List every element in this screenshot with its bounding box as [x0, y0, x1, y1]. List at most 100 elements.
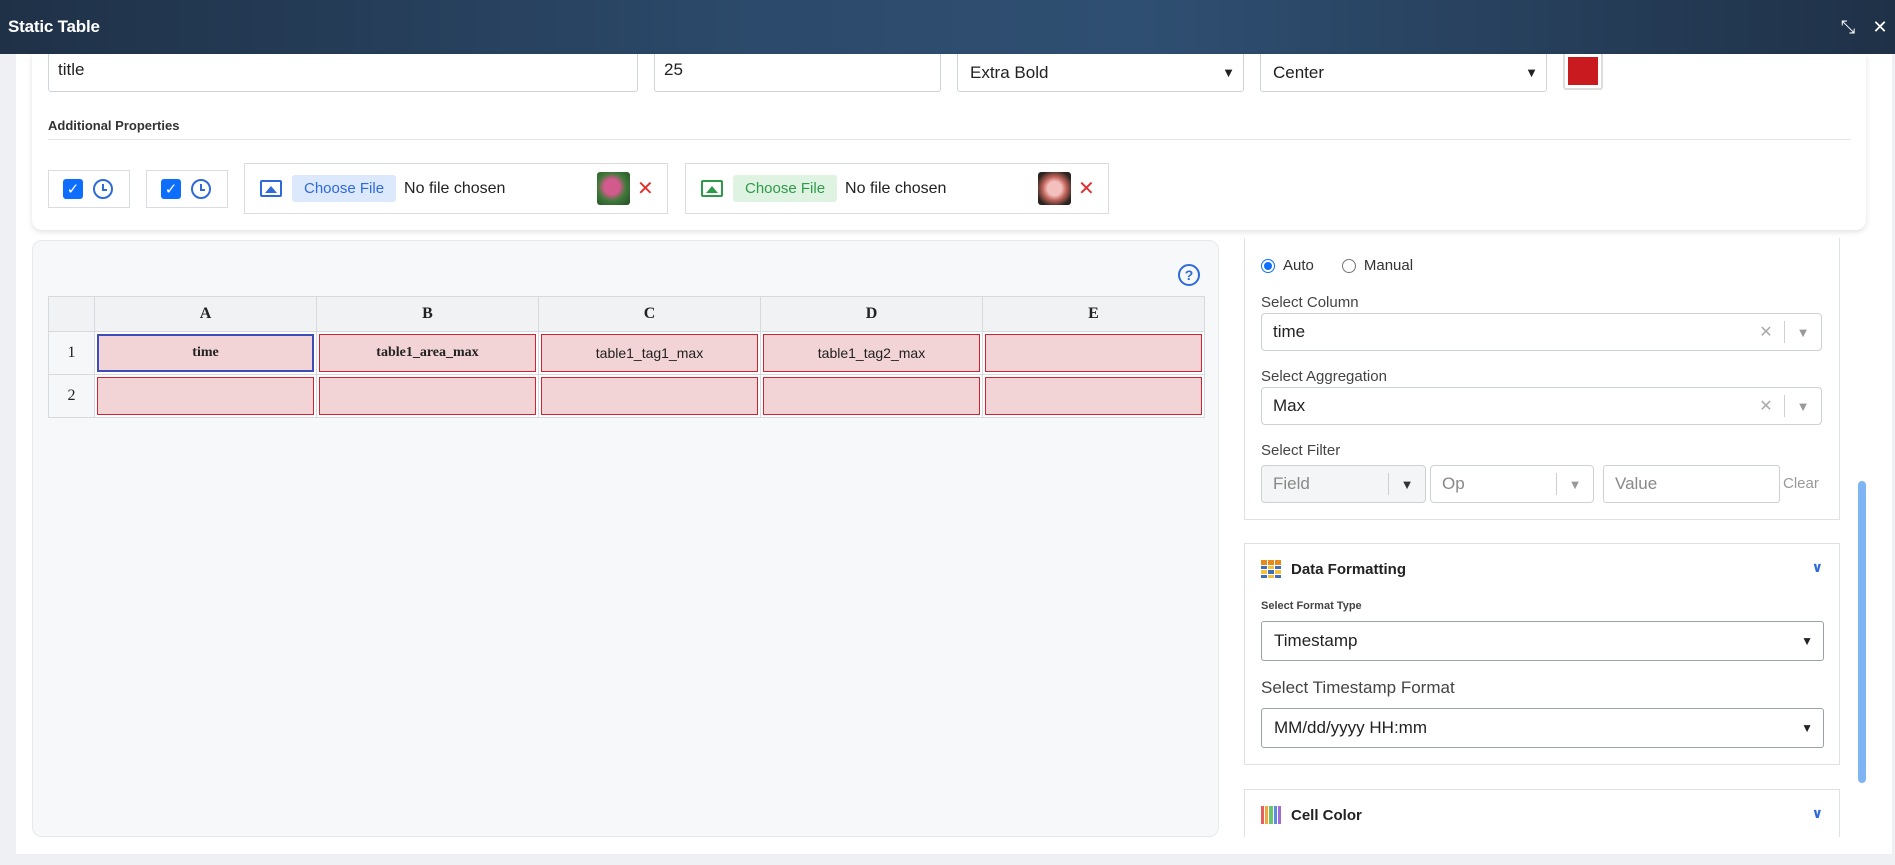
filter-op-dropdown[interactable]: Op ▼ — [1430, 465, 1594, 503]
chevron-down-icon: ▼ — [1801, 634, 1813, 648]
table-cell[interactable]: time — [94, 331, 317, 375]
timestamp-format-select[interactable]: MM/dd/yyyy HH:mm ▼ — [1261, 708, 1824, 748]
title-text-input[interactable]: title — [48, 54, 638, 92]
checkbox-group-2: ✓ — [146, 170, 228, 208]
format-type-value: Timestamp — [1274, 631, 1358, 650]
file-status: No file chosen — [404, 179, 506, 197]
format-type-select[interactable]: Timestamp ▼ — [1261, 621, 1824, 661]
filter-clear-button[interactable]: Clear — [1783, 475, 1819, 492]
alignment-value: Center — [1273, 62, 1325, 82]
scrollbar-thumb[interactable] — [1858, 481, 1866, 783]
radio-auto-label: Auto — [1283, 257, 1314, 274]
table-cell[interactable]: table1_tag2_max — [760, 331, 983, 375]
radio-manual[interactable] — [1341, 258, 1356, 273]
select-column-value: time — [1273, 322, 1306, 341]
table-cell[interactable] — [94, 374, 317, 418]
chevron-down-icon: ▼ — [1525, 65, 1538, 80]
cell-color-header[interactable]: Cell Color — [1261, 806, 1362, 824]
table-cell[interactable] — [538, 374, 761, 418]
remove-icon[interactable]: ✕ — [1078, 176, 1095, 201]
select-aggregation-dropdown[interactable]: Max ✕ ▼ — [1261, 387, 1822, 425]
corner-cell — [48, 296, 95, 332]
divider — [48, 139, 1851, 140]
column-header-e[interactable]: E — [982, 296, 1205, 332]
chevron-down-icon: ▼ — [1222, 65, 1235, 80]
timestamp-format-label: Select Timestamp Format — [1261, 678, 1455, 697]
checkbox-group-1: ✓ — [48, 170, 130, 208]
cell-content — [97, 377, 314, 415]
clear-icon[interactable]: ✕ — [1748, 322, 1784, 342]
clear-icon[interactable]: ✕ — [1748, 396, 1784, 416]
filter-field-dropdown[interactable]: Field ▼ — [1261, 465, 1426, 503]
cell-content — [985, 377, 1202, 415]
data-formatting-section: Data Formatting ∨ Select Format Type Tim… — [1244, 543, 1840, 765]
table-cell[interactable] — [760, 374, 983, 418]
column-header-c[interactable]: C — [538, 296, 761, 332]
file-upload-2: Choose File No file chosen ✕ — [685, 163, 1109, 214]
font-weight-value: Extra Bold — [970, 62, 1049, 82]
checkbox-checked[interactable]: ✓ — [161, 179, 181, 199]
modal-title: Static Table — [8, 17, 100, 36]
column-header-b[interactable]: B — [316, 296, 539, 332]
cell-content: time — [97, 334, 314, 372]
table-icon — [1261, 560, 1281, 578]
chevron-down-icon: ▼ — [1400, 476, 1414, 492]
timestamp-format-value: MM/dd/yyyy HH:mm — [1274, 718, 1427, 737]
table-cell[interactable]: table1_area_max — [316, 331, 539, 375]
chevron-down-icon: ▼ — [1796, 324, 1810, 340]
select-column-label: Select Column — [1261, 294, 1359, 311]
table-row: 1 time table1_area_max table1_tag1_max t… — [48, 331, 1205, 375]
compress-icon[interactable]: ⤡ — [1839, 17, 1857, 38]
mode-radio-group: Auto Manual — [1261, 257, 1413, 274]
remove-icon[interactable]: ✕ — [637, 176, 654, 201]
clock-icon[interactable] — [191, 179, 211, 199]
chevron-down-icon: ▼ — [1568, 476, 1582, 492]
table-cell[interactable] — [316, 374, 539, 418]
table-cell[interactable] — [982, 331, 1205, 375]
alignment-select[interactable]: Center ▼ — [1260, 54, 1547, 92]
image-icon — [260, 180, 282, 197]
select-aggregation-value: Max — [1273, 396, 1306, 415]
chevron-down-icon: ▼ — [1796, 398, 1810, 414]
color-bars-icon — [1261, 806, 1282, 824]
select-filter-label: Select Filter — [1261, 442, 1341, 459]
radio-manual-label: Manual — [1363, 257, 1414, 274]
checkbox-checked[interactable]: ✓ — [63, 179, 83, 199]
image-thumbnail — [1038, 172, 1071, 205]
font-size-value: 25 — [664, 60, 683, 79]
close-icon[interactable]: ✕ — [1871, 17, 1889, 38]
data-formatting-header[interactable]: Data Formatting — [1261, 560, 1406, 578]
help-icon[interactable]: ? — [1178, 264, 1200, 286]
select-column-dropdown[interactable]: time ✕ ▼ — [1261, 313, 1822, 351]
additional-properties-label: Additional Properties — [48, 118, 180, 133]
font-weight-select[interactable]: Extra Bold ▼ — [957, 54, 1244, 92]
row-number[interactable]: 2 — [48, 374, 95, 418]
cell-content — [763, 377, 980, 415]
select-aggregation-label: Select Aggregation — [1261, 368, 1387, 385]
row-number[interactable]: 1 — [48, 331, 95, 375]
format-type-label: Select Format Type — [1261, 600, 1362, 612]
data-formatting-title: Data Formatting — [1291, 560, 1407, 578]
choose-file-button[interactable]: Choose File — [292, 175, 397, 202]
window-controls: ⤡ ✕ — [1839, 0, 1889, 54]
column-header-a[interactable]: A — [94, 296, 317, 332]
properties-card: title 25 Extra Bold ▼ Center ▼ Additiona… — [32, 54, 1866, 230]
choose-file-button[interactable]: Choose File — [733, 175, 838, 202]
font-size-input[interactable]: 25 — [654, 54, 941, 92]
color-picker[interactable] — [1563, 54, 1603, 90]
filter-value-input[interactable]: Value — [1603, 465, 1780, 503]
cell-color-section: Cell Color ∨ — [1244, 789, 1840, 837]
chevron-down-icon[interactable]: ∨ — [1812, 805, 1823, 822]
column-header-d[interactable]: D — [760, 296, 983, 332]
cell-content: table1_area_max — [319, 334, 536, 372]
table-cell[interactable] — [982, 374, 1205, 418]
file-upload-1: Choose File No file chosen ✕ — [244, 163, 668, 214]
cell-content — [319, 377, 536, 415]
table-cell[interactable]: table1_tag1_max — [538, 331, 761, 375]
chevron-down-icon[interactable]: ∨ — [1812, 559, 1823, 576]
filter-op-placeholder: Op — [1442, 474, 1465, 493]
clock-icon[interactable] — [93, 179, 113, 199]
static-table-grid: A B C D E 1 time table1_area_max table1_… — [48, 296, 1205, 418]
radio-auto[interactable] — [1261, 258, 1275, 273]
filter-value-placeholder: Value — [1615, 474, 1658, 493]
